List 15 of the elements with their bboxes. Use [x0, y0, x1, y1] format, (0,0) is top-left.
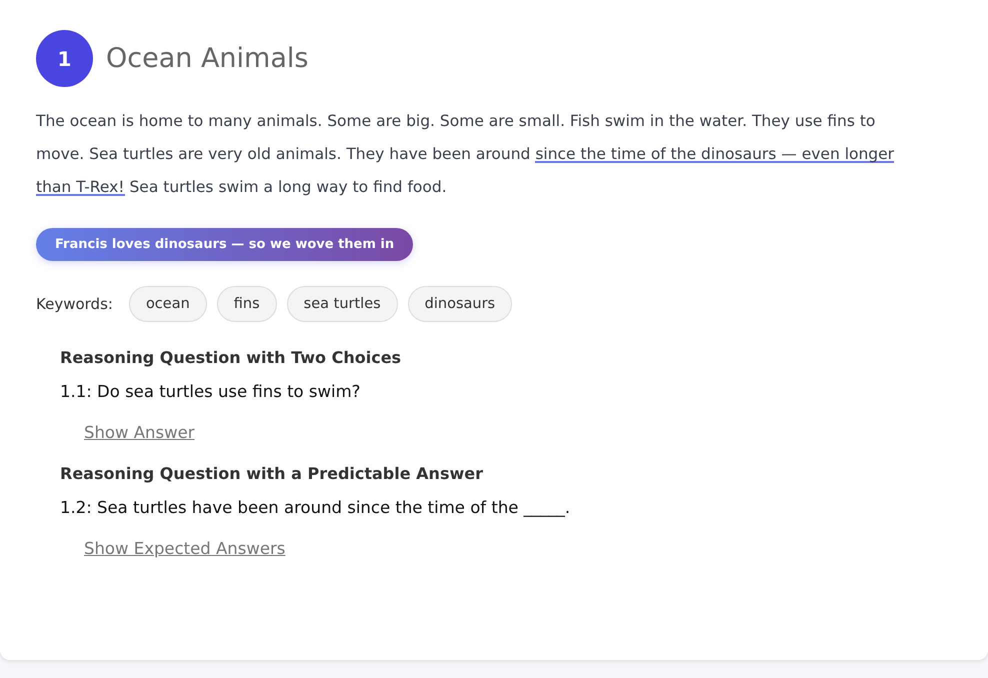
show-answer-link[interactable]: Show Answer	[84, 423, 195, 442]
keyword-chip: sea turtles	[286, 286, 398, 322]
question-text: 1.1: Do sea turtles use fins to swim?	[60, 382, 362, 401]
personalization-badge: Francis loves dinosaurs — so we wove them in	[36, 228, 414, 261]
question-text: 1.2: Sea turtles have been around since the time of the _____.	[60, 498, 572, 517]
keywords-label: Keywords:	[36, 295, 113, 313]
keyword-chip: dinosaurs	[408, 286, 512, 322]
keyword-chip: ocean	[128, 286, 207, 322]
story-paragraph: The ocean is home to many animals. Some are big. Some are small. Fish swim in the water. They use fins to move. Sea turtles are very old animals. They have been around since the time of the dinosaurs — even longer than T-Rex! Sea turtles swim a long way to find food.	[36, 111, 896, 198]
section-number-badge: 1	[36, 30, 93, 87]
question-heading: Reasoning Question with Two Choices	[60, 348, 402, 367]
keyword-chip: fins	[216, 286, 277, 322]
question-heading: Reasoning Question with a Predictable Answer	[60, 464, 484, 483]
show-answer-link[interactable]: Show Expected Answers	[84, 539, 286, 558]
section-title: Ocean Animals	[106, 43, 308, 74]
